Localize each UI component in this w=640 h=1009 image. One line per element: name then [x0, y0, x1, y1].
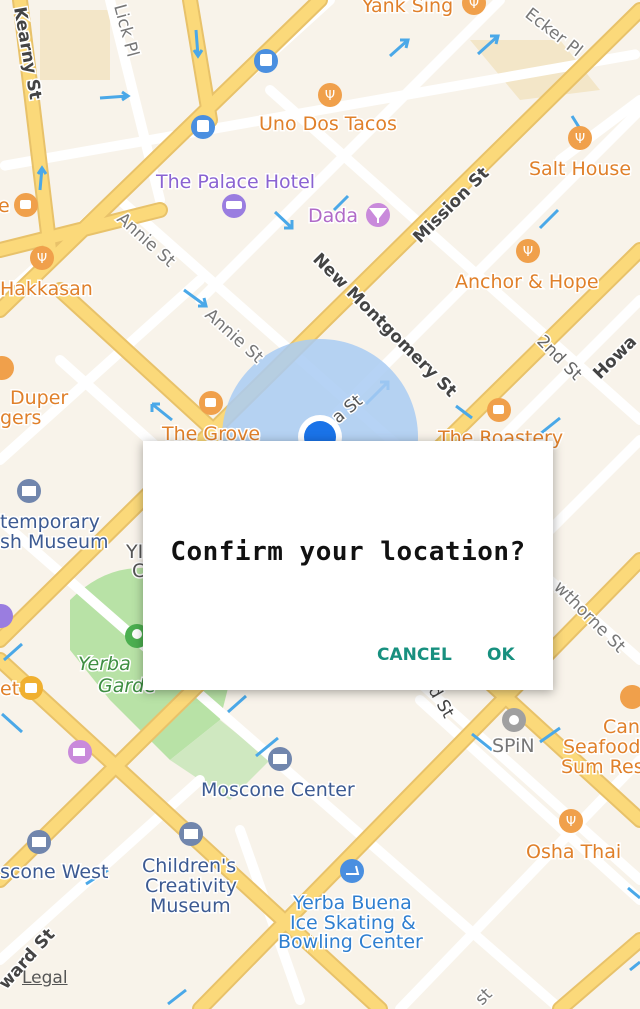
transit-icon[interactable]: [191, 115, 215, 139]
poi-label[interactable]: Yerba: [77, 652, 133, 677]
svg-text:Ψ: Ψ: [566, 815, 576, 830]
poi-label[interactable]: Anchor & Hope: [454, 270, 601, 295]
svg-text:Ψ: Ψ: [469, 0, 479, 12]
svg-text:Ψ: Ψ: [575, 132, 585, 147]
movie-icon[interactable]: [68, 740, 92, 764]
building-block: [40, 10, 110, 80]
cafe-icon[interactable]: [14, 193, 38, 217]
poi-label[interactable]: Osha Thai: [525, 840, 623, 865]
convention-icon[interactable]: [27, 830, 51, 854]
poi-label[interactable]: Dada: [307, 204, 360, 229]
restaurant-icon[interactable]: Ψ: [318, 83, 342, 107]
poi-label[interactable]: The Palace Hotel: [154, 170, 317, 195]
poi-label[interactable]: Yerba Buena: [291, 891, 414, 916]
poi-label[interactable]: e: [0, 194, 11, 219]
restaurant-icon[interactable]: Ψ: [559, 809, 583, 833]
poi-label[interactable]: Children's: [141, 854, 238, 879]
poi-label[interactable]: scone West: [0, 860, 110, 885]
poi-label[interactable]: SPiN: [491, 734, 537, 759]
confirm-location-dialog: Confirm your location? CANCEL OK: [143, 441, 553, 690]
svg-text:Ψ: Ψ: [325, 89, 335, 104]
restaurant-icon[interactable]: Ψ: [568, 126, 592, 150]
poi-label[interactable]: Museum: [149, 894, 233, 919]
restaurant-icon[interactable]: Ψ: [30, 246, 54, 270]
museum-icon[interactable]: [179, 822, 203, 846]
poi-label[interactable]: Yank Sing: [360, 0, 455, 19]
poi-label[interactable]: Sum Res: [560, 755, 640, 780]
poi-label[interactable]: Uno Dos Tacos: [258, 112, 399, 137]
svg-text:Ψ: Ψ: [37, 252, 47, 267]
cafe-icon[interactable]: [487, 398, 511, 422]
ok-button[interactable]: OK: [487, 645, 515, 665]
transit-icon[interactable]: [254, 49, 278, 73]
poi-label[interactable]: et: [0, 677, 21, 702]
poi-label[interactable]: Creativity: [144, 874, 239, 899]
poi-label[interactable]: Moscone Center: [200, 778, 357, 803]
poi-label[interactable]: Bowling Center: [277, 930, 425, 955]
poi-label[interactable]: gers: [0, 406, 43, 431]
pin-icon[interactable]: [502, 708, 526, 732]
poi-label[interactable]: Hakkasan: [0, 277, 94, 302]
cafe-icon[interactable]: [199, 391, 223, 415]
museum-icon[interactable]: [17, 479, 41, 503]
hotel-icon[interactable]: [222, 194, 246, 218]
shopping-icon[interactable]: [19, 676, 43, 700]
poi-label[interactable]: temporary: [0, 510, 101, 535]
poi-label[interactable]: Salt House: [528, 157, 633, 182]
poi-label[interactable]: Can: [602, 715, 640, 740]
restaurant-icon[interactable]: Ψ: [516, 239, 540, 263]
poi-label[interactable]: sh Museum: [0, 530, 110, 555]
svg-text:Ψ: Ψ: [523, 245, 533, 260]
cancel-button[interactable]: CANCEL: [377, 645, 452, 665]
convention-icon[interactable]: [268, 747, 292, 771]
poi-label[interactable]: Duper: [9, 386, 70, 411]
legal-link[interactable]: Legal: [22, 968, 68, 988]
skating-icon[interactable]: [340, 859, 364, 883]
poi-label[interactable]: Seafood: [562, 735, 640, 760]
dialog-title: Confirm your location?: [170, 537, 526, 567]
bar-icon[interactable]: [366, 203, 390, 227]
